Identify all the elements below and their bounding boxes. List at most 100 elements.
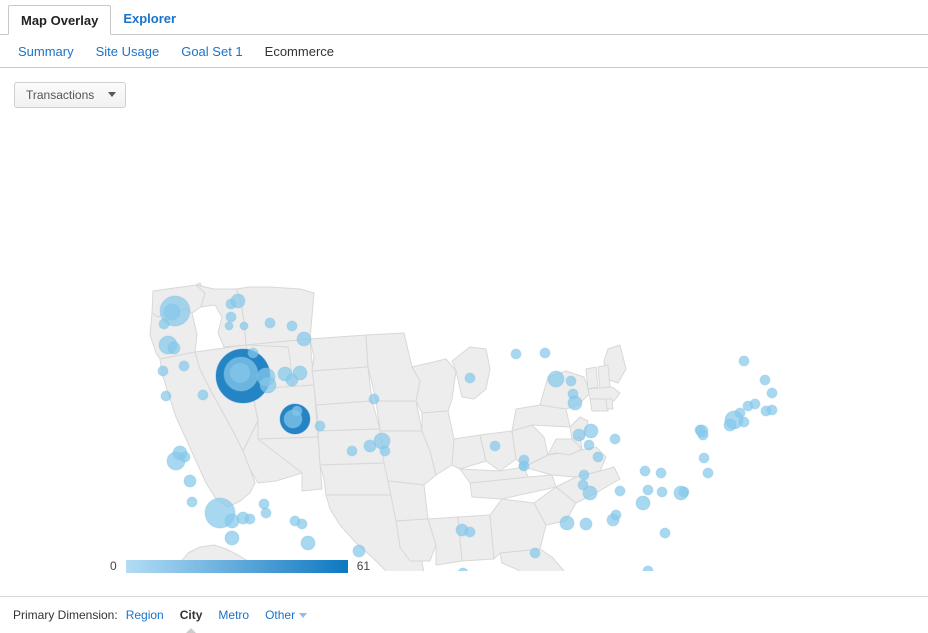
map-bubble[interactable]: [225, 311, 237, 323]
map-bubble[interactable]: [547, 370, 565, 388]
map-bubble[interactable]: [291, 405, 303, 417]
map-bubble[interactable]: [157, 365, 169, 377]
map-bubble[interactable]: [529, 547, 541, 559]
map-bubble[interactable]: [582, 485, 598, 501]
map-bubble[interactable]: [639, 465, 651, 477]
state-ne[interactable]: [315, 400, 381, 432]
map-bubble[interactable]: [457, 567, 469, 571]
state-fl[interactable]: [499, 548, 584, 571]
map-bubble[interactable]: [186, 496, 198, 508]
map-bubble[interactable]: [659, 527, 671, 539]
map-bubble[interactable]: [567, 395, 583, 411]
metric-select[interactable]: Transactions: [14, 81, 127, 108]
map-bubble[interactable]: [655, 467, 667, 479]
map-bubble[interactable]: [766, 387, 778, 399]
map-bubble[interactable]: [229, 362, 251, 384]
map-bubble[interactable]: [583, 423, 599, 439]
primary-dimension-other[interactable]: Other: [265, 608, 308, 622]
subnav-item-goal-set-1[interactable]: Goal Set 1: [181, 44, 242, 59]
map-bubble[interactable]: [614, 485, 626, 497]
map-bubble[interactable]: [296, 518, 308, 530]
state-sd[interactable]: [311, 366, 373, 406]
map-bubble[interactable]: [738, 355, 750, 367]
map-bubble[interactable]: [224, 530, 240, 546]
primary-dimension-city[interactable]: City: [180, 608, 203, 622]
subnav-item-summary[interactable]: Summary: [18, 44, 74, 59]
map-bubble[interactable]: [610, 509, 622, 521]
map-bubble[interactable]: [264, 317, 276, 329]
map-bubble[interactable]: [578, 469, 590, 481]
map-bubble[interactable]: [738, 416, 750, 428]
map-bubble[interactable]: [244, 513, 256, 525]
map-bubble[interactable]: [197, 389, 209, 401]
map-bubble[interactable]: [352, 544, 366, 558]
map-bubble[interactable]: [167, 341, 181, 355]
map-bubble[interactable]: [239, 321, 249, 331]
tab-map-overlay[interactable]: Map Overlay: [8, 5, 112, 35]
map-bubble[interactable]: [314, 420, 326, 432]
map-bubble[interactable]: [749, 398, 761, 410]
map-bubble[interactable]: [635, 495, 651, 511]
map-bubble[interactable]: [464, 372, 476, 384]
map-bubble[interactable]: [698, 452, 710, 464]
map-bubble[interactable]: [296, 331, 312, 347]
state-ia[interactable]: [375, 400, 423, 432]
map-bubble[interactable]: [642, 484, 654, 496]
map-bubble[interactable]: [224, 321, 234, 331]
map-bubble[interactable]: [656, 486, 668, 498]
map-bubble[interactable]: [702, 467, 714, 479]
map-bubble[interactable]: [247, 347, 259, 359]
map-bubble[interactable]: [510, 348, 522, 360]
map-bubble[interactable]: [489, 440, 501, 452]
map-bubble[interactable]: [723, 418, 737, 432]
map-bubble[interactable]: [609, 433, 621, 445]
map-bubble[interactable]: [559, 515, 575, 531]
map-bubble[interactable]: [258, 498, 270, 510]
state-ok[interactable]: [319, 462, 395, 496]
map-bubble[interactable]: [766, 404, 778, 416]
map-container[interactable]: [0, 121, 928, 571]
state-nd[interactable]: [309, 334, 369, 372]
state-al[interactable]: [457, 514, 495, 562]
map-bubble[interactable]: [518, 460, 530, 472]
state-oh[interactable]: [479, 430, 517, 472]
map-bubble[interactable]: [300, 535, 316, 551]
state-ct[interactable]: [589, 398, 609, 412]
map-bubble[interactable]: [178, 360, 190, 372]
map-bubble[interactable]: [464, 526, 476, 538]
map-bubble[interactable]: [183, 474, 197, 488]
map-bubble[interactable]: [259, 376, 277, 394]
map-bubble[interactable]: [673, 485, 689, 501]
map-bubble[interactable]: [579, 517, 593, 531]
subnav-item-ecommerce[interactable]: Ecommerce: [265, 44, 334, 59]
primary-dimension-region[interactable]: Region: [126, 608, 164, 622]
map-bubble[interactable]: [286, 320, 298, 332]
map-bubble[interactable]: [695, 424, 709, 438]
map-bubble[interactable]: [230, 293, 246, 309]
map-bubble[interactable]: [160, 390, 172, 402]
map-bubble[interactable]: [158, 318, 170, 330]
map-bubble[interactable]: [379, 445, 391, 457]
subnav-item-site-usage[interactable]: Site Usage: [96, 44, 160, 59]
map-bubble[interactable]: [292, 365, 308, 381]
primary-dimension-metro[interactable]: Metro: [218, 608, 249, 622]
state-ri[interactable]: [605, 398, 614, 410]
map-bubble[interactable]: [592, 451, 604, 463]
map-bubble[interactable]: [572, 428, 586, 442]
state-nh[interactable]: [597, 364, 611, 390]
state-vt[interactable]: [585, 366, 599, 390]
us-map[interactable]: [0, 121, 928, 571]
state-pa[interactable]: [511, 404, 571, 432]
map-bubble[interactable]: [565, 375, 577, 387]
map-bubble[interactable]: [179, 451, 191, 463]
state-wi[interactable]: [411, 358, 457, 414]
map-bubble[interactable]: [368, 393, 380, 405]
tab-explorer[interactable]: Explorer: [111, 5, 188, 33]
map-bubble[interactable]: [163, 303, 181, 321]
map-bubble[interactable]: [260, 507, 272, 519]
map-bubble[interactable]: [346, 445, 358, 457]
map-bubble[interactable]: [583, 439, 595, 451]
map-bubble[interactable]: [642, 565, 654, 571]
state-ny[interactable]: [539, 370, 591, 410]
map-bubble[interactable]: [759, 374, 771, 386]
